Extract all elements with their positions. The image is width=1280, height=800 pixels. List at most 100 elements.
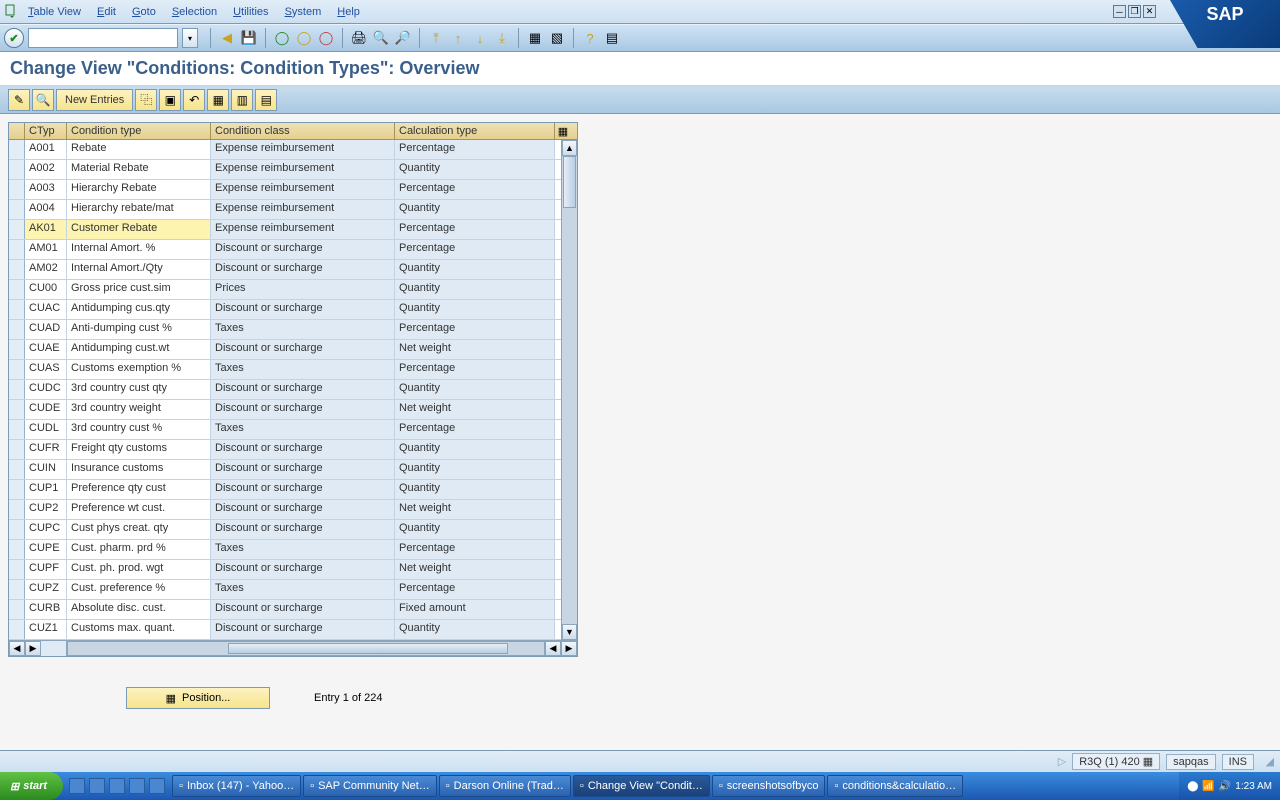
- undo-icon[interactable]: ↶: [183, 89, 205, 111]
- table-row[interactable]: A002Material RebateExpense reimbursement…: [9, 160, 561, 180]
- ql-app2-icon[interactable]: [129, 778, 145, 794]
- cell-condition-type[interactable]: Rebate: [67, 140, 211, 159]
- menu-table-view[interactable]: Table View: [28, 6, 81, 18]
- table-settings-icon[interactable]: ▦: [555, 123, 571, 139]
- cell-condition-type[interactable]: Antidumping cust.wt: [67, 340, 211, 359]
- new-entries-button[interactable]: New Entries: [56, 89, 133, 111]
- vertical-scrollbar[interactable]: ▲ ▼: [561, 140, 577, 640]
- row-selector[interactable]: [9, 280, 25, 299]
- cell-condition-type[interactable]: Cust phys creat. qty: [67, 520, 211, 539]
- cell-condition-type[interactable]: Hierarchy Rebate: [67, 180, 211, 199]
- menu-goto[interactable]: Goto: [132, 6, 156, 18]
- row-selector[interactable]: [9, 480, 25, 499]
- find-next-icon[interactable]: 🔎: [393, 28, 413, 48]
- table-row[interactable]: CUZ1Customs max. quant.Discount or surch…: [9, 620, 561, 640]
- back-icon[interactable]: ◯: [272, 28, 292, 48]
- taskbar-item[interactable]: ▫conditions&calculatio…: [827, 775, 963, 797]
- menu-edit[interactable]: Edit: [97, 6, 116, 18]
- col-ctyp[interactable]: CTyp: [25, 123, 67, 139]
- table-row[interactable]: CURBAbsolute disc. cust.Discount or surc…: [9, 600, 561, 620]
- cell-ctyp[interactable]: CUPC: [25, 520, 67, 539]
- minimize-icon[interactable]: ─: [1113, 5, 1126, 18]
- cancel-icon[interactable]: ◯: [316, 28, 336, 48]
- row-selector[interactable]: [9, 560, 25, 579]
- row-selector[interactable]: [9, 600, 25, 619]
- cell-condition-type[interactable]: Cust. pharm. prd %: [67, 540, 211, 559]
- select-all-icon[interactable]: ▦: [207, 89, 229, 111]
- cell-ctyp[interactable]: CUPZ: [25, 580, 67, 599]
- cell-ctyp[interactable]: A001: [25, 140, 67, 159]
- row-selector[interactable]: [9, 540, 25, 559]
- table-row[interactable]: A001RebateExpense reimbursementPercentag…: [9, 140, 561, 160]
- cell-ctyp[interactable]: A002: [25, 160, 67, 179]
- ql-desktop-icon[interactable]: [89, 778, 105, 794]
- copy-icon[interactable]: ⿻: [135, 89, 157, 111]
- row-selector[interactable]: [9, 340, 25, 359]
- cell-condition-type[interactable]: Cust. ph. prod. wgt: [67, 560, 211, 579]
- cell-condition-type[interactable]: Insurance customs: [67, 460, 211, 479]
- row-selector[interactable]: [9, 500, 25, 519]
- menu-help[interactable]: Help: [337, 6, 360, 18]
- row-selector[interactable]: [9, 260, 25, 279]
- taskbar-item[interactable]: ▫screenshotsofbyco: [712, 775, 826, 797]
- cell-condition-type[interactable]: Preference qty cust: [67, 480, 211, 499]
- taskbar-item[interactable]: ▫Change View "Condit…: [573, 775, 710, 797]
- cell-ctyp[interactable]: CURB: [25, 600, 67, 619]
- prev-page-icon[interactable]: ↑: [448, 28, 468, 48]
- table-row[interactable]: CUP2Preference wt cust.Discount or surch…: [9, 500, 561, 520]
- cell-condition-type[interactable]: Freight qty customs: [67, 440, 211, 459]
- first-page-icon[interactable]: ⤒: [426, 28, 446, 48]
- cell-ctyp[interactable]: AM02: [25, 260, 67, 279]
- col-condition-type[interactable]: Condition type: [67, 123, 211, 139]
- cell-ctyp[interactable]: CUDE: [25, 400, 67, 419]
- cell-ctyp[interactable]: CUZ1: [25, 620, 67, 639]
- table-row[interactable]: CUASCustoms exemption %TaxesPercentage: [9, 360, 561, 380]
- scroll-right-last-icon[interactable]: ▶: [561, 641, 577, 656]
- cell-ctyp[interactable]: CUP2: [25, 500, 67, 519]
- row-selector[interactable]: [9, 300, 25, 319]
- command-field[interactable]: [28, 28, 178, 48]
- cell-condition-type[interactable]: 3rd country cust qty: [67, 380, 211, 399]
- scroll-right-icon[interactable]: ◀: [545, 641, 561, 656]
- cell-ctyp[interactable]: CUPF: [25, 560, 67, 579]
- row-selector[interactable]: [9, 140, 25, 159]
- table-row[interactable]: CUPCCust phys creat. qtyDiscount or surc…: [9, 520, 561, 540]
- details-icon[interactable]: 🔍: [32, 89, 54, 111]
- cell-condition-type[interactable]: Anti-dumping cust %: [67, 320, 211, 339]
- menu-utilities[interactable]: Utilities: [233, 6, 268, 18]
- row-selector[interactable]: [9, 580, 25, 599]
- col-calculation-type[interactable]: Calculation type: [395, 123, 555, 139]
- close-icon[interactable]: ✕: [1143, 5, 1156, 18]
- restore-icon[interactable]: ❐: [1128, 5, 1141, 18]
- cell-condition-type[interactable]: Absolute disc. cust.: [67, 600, 211, 619]
- taskbar-item[interactable]: ▫Inbox (147) - Yahoo…: [172, 775, 301, 797]
- cell-ctyp[interactable]: AK01: [25, 220, 67, 239]
- cell-condition-type[interactable]: 3rd country cust %: [67, 420, 211, 439]
- cell-ctyp[interactable]: CUAS: [25, 360, 67, 379]
- row-selector[interactable]: [9, 200, 25, 219]
- scroll-left-first-icon[interactable]: ◀: [9, 641, 25, 656]
- table-row[interactable]: A003Hierarchy RebateExpense reimbursemen…: [9, 180, 561, 200]
- row-selector[interactable]: [9, 620, 25, 639]
- cell-ctyp[interactable]: CUAD: [25, 320, 67, 339]
- next-page-icon[interactable]: ↓: [470, 28, 490, 48]
- cell-ctyp[interactable]: CUAE: [25, 340, 67, 359]
- row-selector[interactable]: [9, 460, 25, 479]
- table-row[interactable]: AM02Internal Amort./QtyDiscount or surch…: [9, 260, 561, 280]
- table-row[interactable]: CU00Gross price cust.simPricesQuantity: [9, 280, 561, 300]
- print-icon[interactable]: 🖨: [349, 28, 369, 48]
- scroll-down-icon[interactable]: ▼: [562, 624, 577, 640]
- ql-ie-icon[interactable]: [69, 778, 85, 794]
- print-list-icon[interactable]: ▤: [255, 89, 277, 111]
- shortcut-icon[interactable]: ▧: [547, 28, 567, 48]
- enter-button[interactable]: ✔: [4, 28, 24, 48]
- menu-selection[interactable]: Selection: [172, 6, 217, 18]
- table-row[interactable]: A004Hierarchy rebate/matExpense reimburs…: [9, 200, 561, 220]
- row-selector[interactable]: [9, 180, 25, 199]
- table-row[interactable]: CUFRFreight qty customsDiscount or surch…: [9, 440, 561, 460]
- table-row[interactable]: CUDL3rd country cust %TaxesPercentage: [9, 420, 561, 440]
- taskbar-item[interactable]: ▫Darson Online (Trad…: [439, 775, 571, 797]
- ql-expand-icon[interactable]: [149, 778, 165, 794]
- scroll-left-icon[interactable]: ▶: [25, 641, 41, 656]
- row-selector[interactable]: [9, 220, 25, 239]
